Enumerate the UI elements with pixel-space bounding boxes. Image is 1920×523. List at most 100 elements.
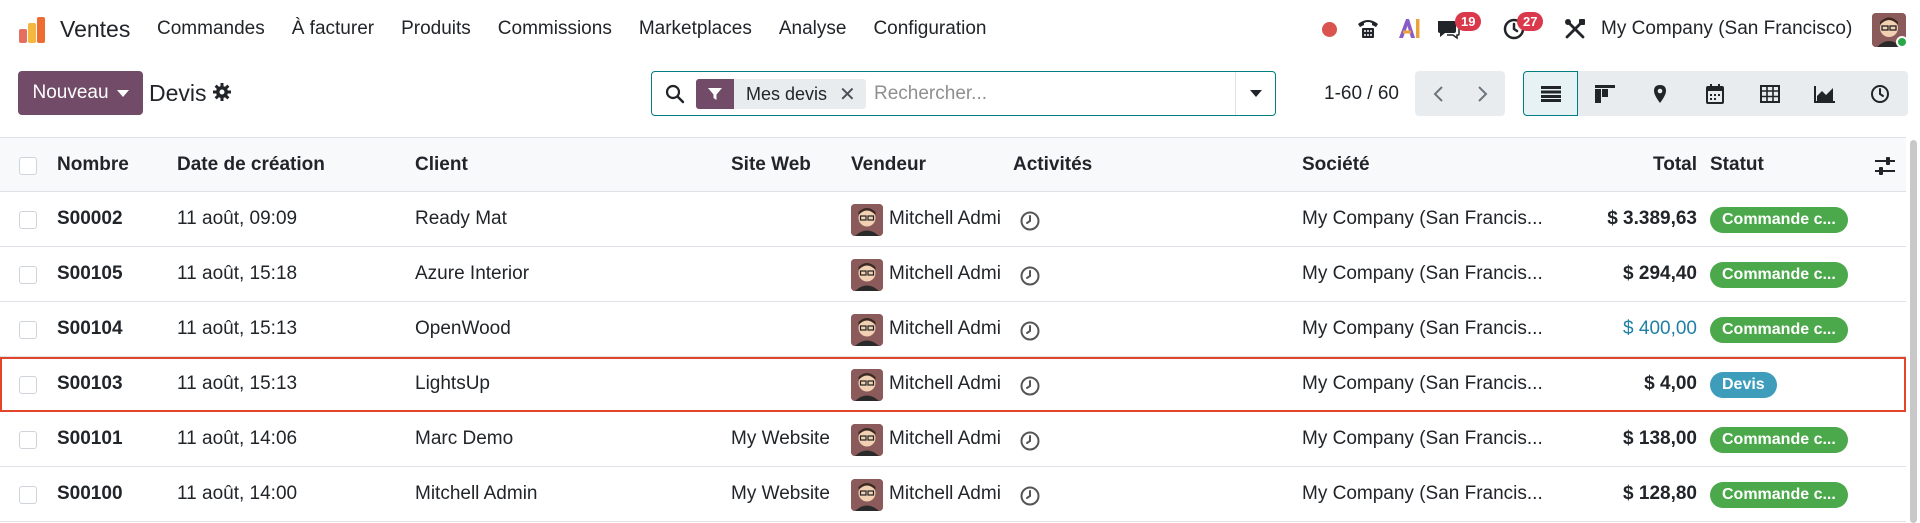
page-title: Devis (149, 80, 207, 106)
menu-item-commandes[interactable]: Commandes (157, 18, 265, 40)
row-checkbox[interactable] (19, 321, 37, 339)
pager-previous-button[interactable] (1415, 71, 1460, 116)
creation-date: 11 août, 14:00 (177, 483, 298, 504)
row-checkbox[interactable] (19, 266, 37, 284)
menu-item-marketplaces[interactable]: Marketplaces (639, 18, 752, 40)
client-name: OpenWood (415, 318, 511, 339)
row-checkbox[interactable] (19, 486, 37, 504)
table-row[interactable]: S00105 11 août, 15:18 Azure Interior Mit… (0, 247, 1906, 302)
company-switcher[interactable]: My Company (San Francisco) (1601, 18, 1852, 40)
activity-clock-icon[interactable] (1019, 430, 1041, 452)
graph-view-button[interactable] (1798, 71, 1853, 116)
status-badge: Commande c... (1710, 262, 1848, 288)
salesperson-name: Mitchell Admi (889, 483, 1001, 504)
table-row[interactable]: S00103 11 août, 15:13 LightsUp Mitchell … (0, 357, 1906, 412)
view-switcher (1523, 71, 1908, 116)
pager-value[interactable]: 1-60 / 60 (1324, 83, 1399, 105)
menu-item-commissions[interactable]: Commissions (498, 18, 612, 40)
column-header-site-web[interactable]: Site Web (731, 154, 811, 176)
row-checkbox[interactable] (19, 211, 37, 229)
website-name: My Website (731, 428, 830, 449)
order-number: S00105 (57, 263, 123, 284)
company-name: My Company (San Francis... (1302, 373, 1543, 394)
table-row[interactable]: S00100 11 août, 14:00 Mitchell Admin My … (0, 467, 1906, 522)
optional-columns-icon[interactable] (1874, 156, 1896, 176)
select-all-checkbox[interactable] (19, 157, 37, 175)
salesperson-avatar[interactable] (851, 314, 883, 346)
caret-down-icon (116, 89, 129, 97)
table-row[interactable]: S00101 11 août, 14:06 Marc Demo My Websi… (0, 412, 1906, 467)
search-icon[interactable] (665, 84, 685, 104)
search-options-toggle[interactable] (1235, 72, 1275, 115)
filter-icon (696, 79, 734, 109)
pivot-view-button[interactable] (1743, 71, 1798, 116)
status-badge: Commande c... (1710, 482, 1848, 508)
gear-icon[interactable] (212, 82, 232, 102)
search-bar[interactable]: Mes devis ✕ (651, 71, 1276, 116)
order-number: S00103 (57, 373, 123, 394)
salesperson-avatar[interactable] (851, 204, 883, 236)
list-view-button[interactable] (1523, 71, 1578, 116)
pager-next-button[interactable] (1460, 71, 1505, 116)
salesperson-avatar[interactable] (851, 424, 883, 456)
kanban-view-button[interactable] (1578, 71, 1633, 116)
search-input[interactable] (874, 81, 1234, 107)
menu-item-configuration[interactable]: Configuration (873, 18, 986, 40)
activity-clock-icon[interactable] (1019, 265, 1041, 287)
activity-clock-icon[interactable] (1019, 210, 1041, 232)
activity-clock-icon[interactable] (1019, 320, 1041, 342)
calendar-view-button[interactable] (1688, 71, 1743, 116)
activity-view-button[interactable] (1853, 71, 1908, 116)
sales-app-icon[interactable] (17, 15, 47, 45)
remove-facet-icon[interactable]: ✕ (839, 82, 866, 107)
order-total: $ 3.389,63 (1607, 208, 1697, 229)
column-header-nombre[interactable]: Nombre (57, 154, 129, 176)
creation-date: 11 août, 09:09 (177, 208, 298, 229)
column-header-total[interactable]: Total (1653, 154, 1697, 176)
menu-item-a-facturer[interactable]: À facturer (292, 18, 374, 40)
recording-indicator-icon[interactable] (1322, 22, 1337, 37)
activity-clock-icon[interactable] (1019, 485, 1041, 507)
column-header-activites[interactable]: Activités (1013, 154, 1092, 176)
clock-icon (1871, 84, 1889, 103)
order-total: $ 128,80 (1623, 483, 1697, 504)
activity-clock-icon[interactable] (1019, 375, 1041, 397)
company-name: My Company (San Francis... (1302, 263, 1543, 284)
online-status-indicator (1896, 36, 1908, 48)
salesperson-name: Mitchell Admi (889, 428, 1001, 449)
phone-icon[interactable] (1355, 16, 1381, 40)
row-checkbox[interactable] (19, 431, 37, 449)
column-header-vendeur[interactable]: Vendeur (851, 154, 926, 176)
menu-item-analyse[interactable]: Analyse (779, 18, 847, 40)
client-name: Mitchell Admin (415, 483, 538, 504)
column-header-statut[interactable]: Statut (1710, 154, 1764, 176)
column-header-date[interactable]: Date de création (177, 154, 325, 176)
column-header-societe[interactable]: Société (1302, 154, 1370, 176)
map-view-button[interactable] (1633, 71, 1688, 116)
table-row[interactable]: S00002 11 août, 09:09 Ready Mat Mitchell… (0, 192, 1906, 247)
new-button[interactable]: Nouveau (18, 71, 143, 115)
chevron-right-icon (1477, 85, 1487, 102)
salesperson-avatar[interactable] (851, 479, 883, 511)
vertical-scrollbar[interactable] (1910, 140, 1917, 523)
status-badge: Devis (1710, 372, 1777, 398)
creation-date: 11 août, 15:13 (177, 318, 298, 339)
app-name[interactable]: Ventes (60, 16, 130, 43)
client-name: Azure Interior (415, 263, 530, 284)
website-name: My Website (731, 483, 830, 504)
order-number: S00104 (57, 318, 123, 339)
company-name: My Company (San Francis... (1302, 483, 1543, 504)
company-name: My Company (San Francis... (1302, 428, 1543, 449)
chevron-left-icon (1433, 85, 1443, 102)
table-row[interactable]: S00104 11 août, 15:13 OpenWood Mitchell … (0, 302, 1906, 357)
status-badge: Commande c... (1710, 317, 1848, 343)
client-name: Ready Mat (415, 208, 507, 229)
messages-count-badge: 19 (1455, 12, 1482, 31)
tools-icon[interactable] (1564, 18, 1586, 40)
menu-item-produits[interactable]: Produits (401, 18, 471, 40)
salesperson-avatar[interactable] (851, 259, 883, 291)
salesperson-avatar[interactable] (851, 369, 883, 401)
ai-icon[interactable] (1397, 17, 1421, 39)
column-header-client[interactable]: Client (415, 154, 468, 176)
row-checkbox[interactable] (19, 376, 37, 394)
